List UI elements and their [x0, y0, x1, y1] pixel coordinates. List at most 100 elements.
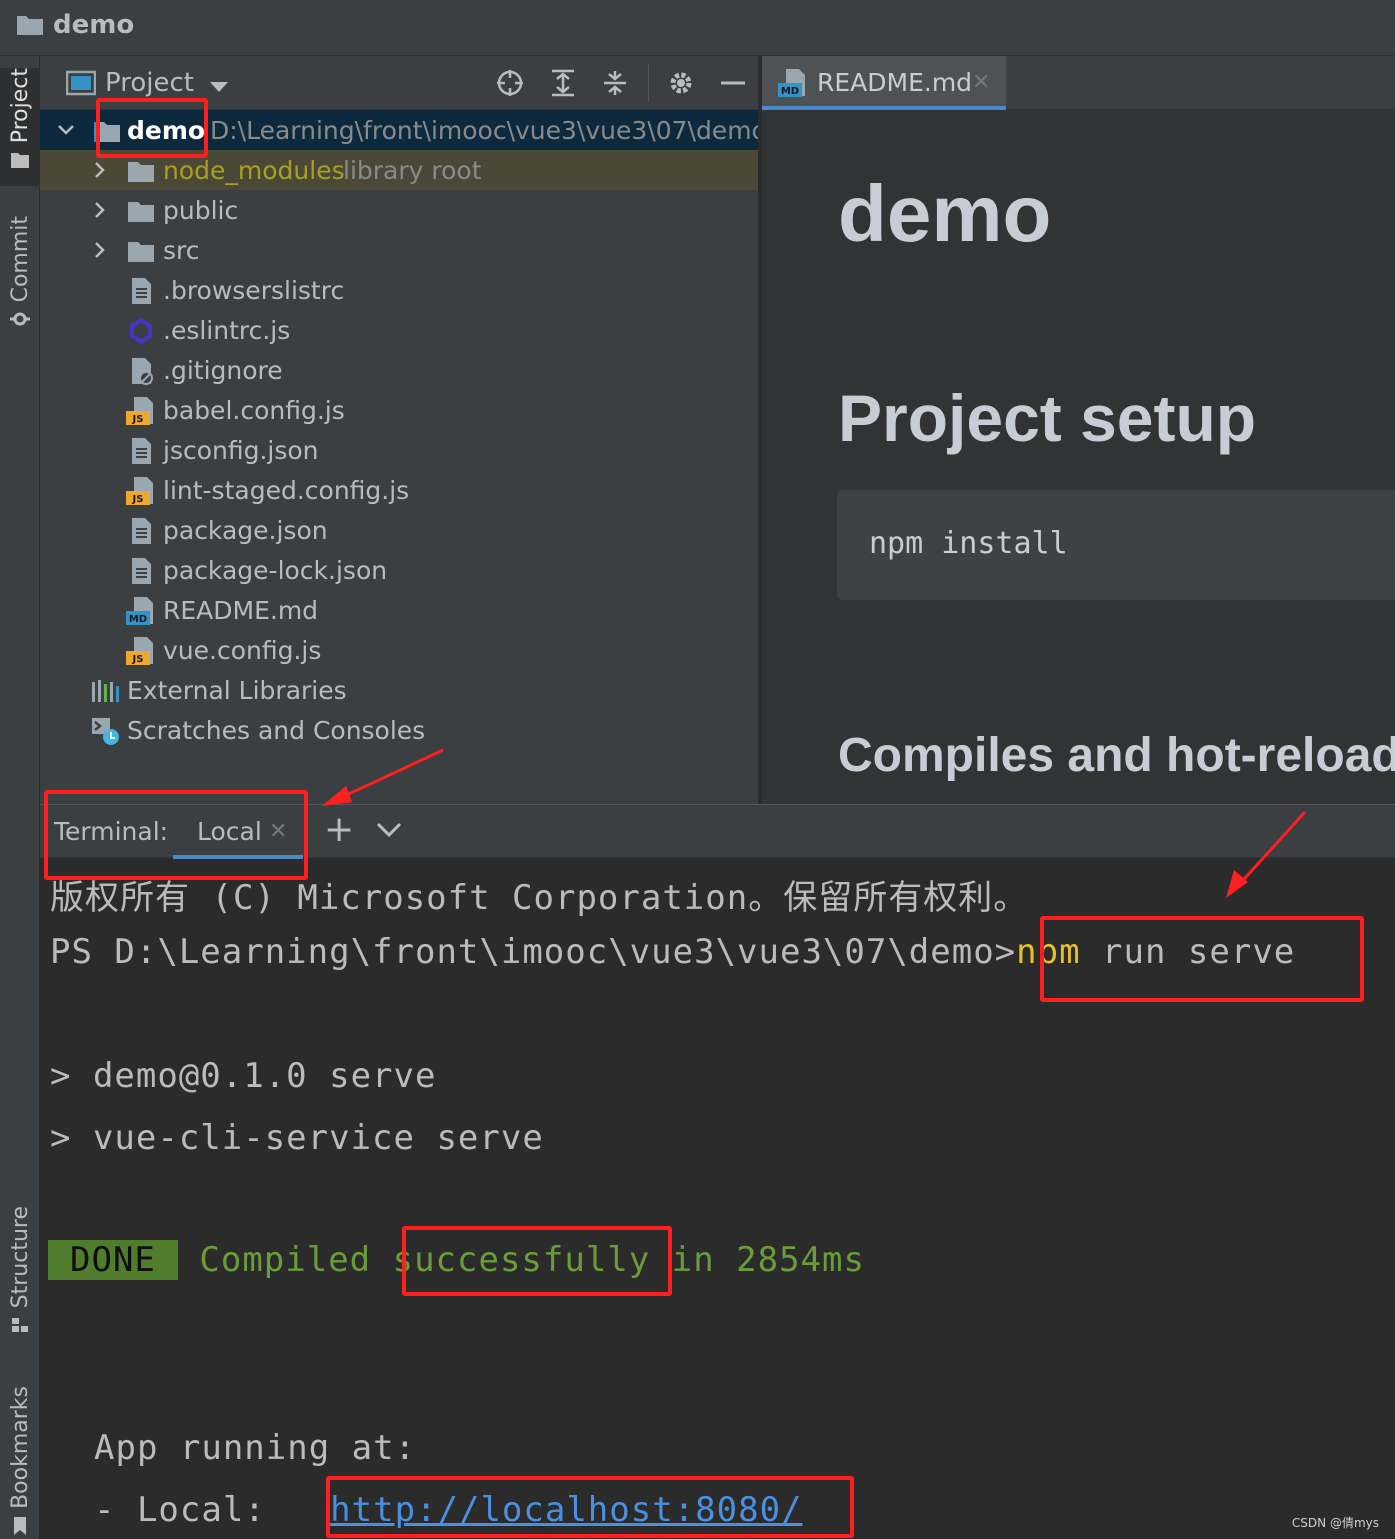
done-badge: DONE	[48, 1240, 178, 1280]
svg-text:JS: JS	[132, 654, 144, 665]
md-heading-3: Compiles and hot-reloads for development	[838, 729, 1395, 782]
close-icon[interactable]: ✕	[972, 70, 990, 95]
tree-item-suffix: library root	[343, 155, 482, 185]
svg-text:MD: MD	[781, 86, 799, 97]
chevron-right-icon[interactable]	[90, 200, 110, 220]
tree-item[interactable]: .browserslistrc	[40, 270, 758, 310]
js-file-icon: JS	[126, 397, 153, 425]
annotation-box-successfully	[402, 1226, 672, 1296]
text-file-icon	[132, 558, 151, 584]
annotation-box-terminal	[44, 790, 308, 880]
tool-tab-project-label: Project	[7, 68, 33, 144]
tool-tab-project[interactable]: Project	[0, 68, 40, 186]
folder-icon	[128, 162, 154, 182]
new-terminal-plus-icon[interactable]: +	[324, 809, 354, 850]
chevron-down-icon[interactable]	[376, 821, 402, 839]
library-icon	[92, 680, 119, 702]
md-code-block: npm install	[837, 490, 1395, 600]
tree-item-label: src	[163, 235, 200, 265]
tree-item[interactable]: JS vue.config.js	[40, 630, 758, 670]
tab-readme[interactable]: MD README.md ✕	[762, 56, 1006, 110]
folder-icon	[17, 16, 43, 35]
tree-scratches[interactable]: Scratches and Consoles	[40, 710, 758, 750]
minimize-icon[interactable]	[718, 68, 748, 98]
markdown-file-icon: MD	[778, 69, 805, 97]
terminal-line-vue-cli: > vue-cli-service serve	[50, 1118, 544, 1158]
chevron-down-icon[interactable]	[210, 82, 228, 92]
ignore-file-icon	[132, 358, 153, 385]
structure-icon	[12, 1318, 28, 1333]
chevron-right-icon[interactable]	[90, 240, 110, 260]
chevron-right-icon[interactable]	[90, 160, 110, 180]
tree-item-label: babel.config.js	[163, 395, 345, 425]
folder-icon	[128, 202, 154, 222]
tree-item-label: lint-staged.config.js	[163, 475, 410, 505]
tree-item-label: .gitignore	[163, 355, 283, 385]
text-file-icon	[132, 438, 151, 464]
tree-item-label: node_modules	[163, 155, 345, 185]
tree-item[interactable]: .eslintrc.js	[40, 310, 758, 350]
js-file-icon: JS	[126, 637, 153, 665]
terminal-panel: Terminal: Local ✕ + 版权所有 (C) Microsoft C…	[40, 804, 1395, 1539]
tool-tab-commit[interactable]: Commit	[0, 216, 40, 346]
tree-item[interactable]: MD README.md	[40, 590, 758, 630]
tool-tab-bookmarks[interactable]: Bookmarks	[0, 1386, 40, 1536]
terminal-line-app-running: App running at:	[94, 1428, 417, 1468]
md-heading-1: demo	[838, 169, 1052, 258]
annotation-box-url	[326, 1476, 854, 1538]
project-panel: Project demo D:\Learning\front\imooc\vue…	[40, 56, 760, 804]
svg-text:JS: JS	[132, 494, 144, 505]
project-view-icon	[66, 70, 96, 96]
tree-item-label: vue.config.js	[163, 635, 322, 665]
annotation-box-demo	[96, 98, 208, 158]
chevron-down-icon[interactable]	[56, 120, 76, 140]
tree-root-path: D:\Learning\front\imooc\vue3\vue3\07\dem…	[210, 115, 760, 145]
tree-item-label: .browserslistrc	[163, 275, 345, 305]
tree-item[interactable]: .gitignore	[40, 350, 758, 390]
tree-item[interactable]: JS lint-staged.config.js	[40, 470, 758, 510]
tree-item[interactable]: JS babel.config.js	[40, 390, 758, 430]
watermark: CSDN @倩mys	[1291, 1516, 1379, 1530]
commit-icon	[10, 312, 30, 326]
folder-icon	[11, 153, 29, 169]
svg-text:MD: MD	[129, 614, 147, 625]
folder-icon	[128, 242, 154, 262]
locate-icon[interactable]	[495, 68, 525, 98]
terminal-prompt: PS D:\Learning\front\imooc\vue3\vue3\07\…	[50, 932, 1017, 972]
tool-tab-structure[interactable]: Structure	[0, 1206, 40, 1346]
markdown-preview: demo Project setup npm install Compiles …	[762, 110, 1395, 804]
scratches-label: Scratches and Consoles	[127, 715, 426, 745]
tree-item-label: public	[163, 195, 239, 225]
js-file-icon: JS	[126, 477, 153, 505]
external-libraries-label: External Libraries	[127, 675, 347, 705]
title-bar: demo	[0, 0, 1395, 56]
tree-item[interactable]: package.json	[40, 510, 758, 550]
text-file-icon	[132, 278, 151, 304]
md-heading-2: Project setup	[838, 381, 1257, 455]
tab-readme-label: README.md	[817, 68, 973, 97]
tree-item[interactable]: package-lock.json	[40, 550, 758, 590]
text-file-icon	[132, 518, 151, 544]
tree-item[interactable]: public	[40, 190, 758, 230]
project-view-dropdown[interactable]: Project	[105, 68, 194, 98]
annotation-box-command	[1040, 916, 1364, 1002]
expand-all-icon[interactable]	[548, 68, 578, 98]
tool-tab-structure-label: Structure	[7, 1206, 33, 1309]
tree-item-label: README.md	[163, 595, 319, 625]
tree-item[interactable]: jsconfig.json	[40, 430, 758, 470]
terminal-line-demo-serve: > demo@0.1.0 serve	[50, 1056, 437, 1096]
collapse-all-icon[interactable]	[600, 68, 630, 98]
tool-tab-commit-label: Commit	[7, 216, 33, 303]
tree-item-label: jsconfig.json	[163, 435, 319, 465]
compile-time-text: in 2854ms	[650, 1240, 865, 1280]
gear-icon[interactable]	[666, 68, 696, 98]
svg-text:JS: JS	[132, 414, 144, 425]
tree-external-libraries[interactable]: External Libraries	[40, 670, 758, 710]
editor-area: MD README.md ✕ demo Project setup npm in…	[762, 56, 1395, 804]
toolbar-separator	[648, 64, 649, 102]
tree-item[interactable]: src	[40, 230, 758, 270]
local-label: - Local:	[94, 1490, 331, 1530]
window-title: demo	[53, 10, 135, 40]
eslint-icon	[130, 318, 152, 344]
tool-tab-bookmarks-label: Bookmarks	[7, 1386, 33, 1509]
